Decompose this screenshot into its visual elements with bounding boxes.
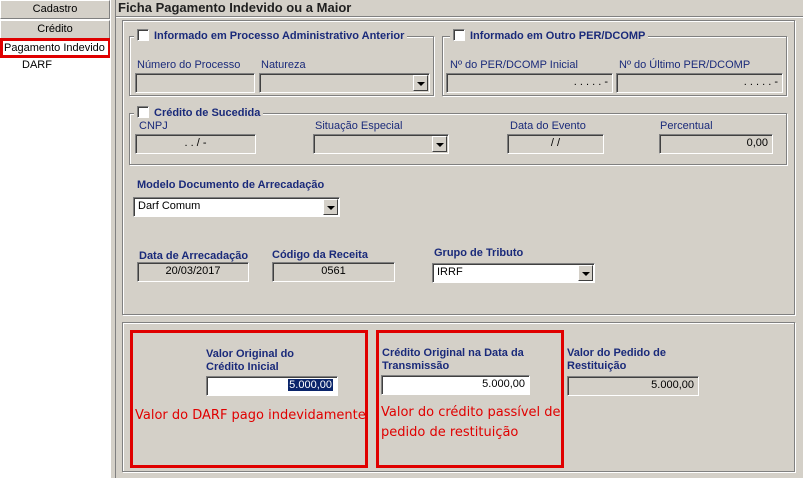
numero-processo-field[interactable]	[135, 73, 255, 93]
perdcomp-ultimo-field[interactable]: . . . . . -	[616, 73, 783, 93]
natureza-select[interactable]	[259, 73, 430, 93]
outro-perdcomp-legend-text: Informado em Outro PER/DCOMP	[470, 30, 646, 42]
modelo-dropdown-arrow-icon[interactable]	[323, 199, 338, 215]
highlight-box-nav	[0, 38, 111, 58]
tree-item-darf[interactable]: DARF	[22, 59, 52, 71]
data-evento-field[interactable]: / /	[507, 134, 604, 154]
percentual-label: Percentual	[660, 120, 713, 132]
perdcomp-inicial-field[interactable]: . . . . . -	[446, 73, 613, 93]
numero-processo-label: Número do Processo	[137, 59, 241, 71]
cnpj-field[interactable]: . . / -	[135, 134, 256, 154]
grupo-tributo-select[interactable]: IRRF	[432, 263, 595, 283]
valor-pedido-label-2: Restituição	[567, 360, 627, 372]
natureza-dropdown-arrow-icon[interactable]	[413, 75, 428, 91]
annotation-credito-text-1: Valor do crédito passível de	[381, 405, 561, 420]
grupo-dropdown-arrow-icon[interactable]	[578, 265, 593, 281]
cnpj-label: CNPJ	[139, 120, 168, 132]
sucedida-legend: Crédito de Sucedida	[134, 106, 264, 119]
data-arrecadacao-field[interactable]: 20/03/2017	[137, 262, 249, 282]
grupo-tributo-value: IRRF	[437, 266, 463, 278]
modelo-documento-label: Modelo Documento de Arrecadação	[137, 179, 325, 191]
grupo-tributo-label: Grupo de Tributo	[434, 247, 524, 259]
situacao-especial-label: Situação Especial	[315, 120, 403, 132]
perdcomp-inicial-label: Nº do PER/DCOMP Inicial	[450, 59, 578, 71]
processo-adm-legend-text: Informado em Processo Administrativo Ant…	[154, 30, 405, 42]
natureza-label: Natureza	[261, 59, 306, 71]
title-divider	[116, 16, 803, 18]
outro-perdcomp-checkbox[interactable]	[453, 29, 465, 41]
processo-adm-legend: Informado em Processo Administrativo Ant…	[134, 29, 408, 42]
nav-cadastro-button[interactable]: Cadastro	[0, 0, 110, 19]
modelo-documento-select[interactable]: Darf Comum	[133, 197, 340, 217]
outro-perdcomp-legend: Informado em Outro PER/DCOMP	[450, 29, 649, 42]
annotation-credito-text-2: pedido de restituição	[381, 425, 519, 440]
annotation-darf-text: Valor do DARF pago indevidamente	[135, 408, 366, 423]
nav-credito-button[interactable]: Crédito	[0, 20, 110, 39]
percentual-field[interactable]: 0,00	[659, 134, 773, 154]
codigo-receita-field[interactable]: 0561	[272, 262, 395, 282]
valor-pedido-field[interactable]: 5.000,00	[567, 376, 699, 396]
processo-adm-checkbox[interactable]	[137, 29, 149, 41]
valor-pedido-label-1: Valor do Pedido de	[567, 347, 667, 359]
perdcomp-ultimo-label: Nº do Último PER/DCOMP	[619, 59, 751, 71]
situacao-especial-select[interactable]	[313, 134, 449, 154]
left-navigation: Cadastro Crédito Pagamento Indevido o DA…	[0, 0, 114, 478]
annotation-box-darf	[130, 330, 368, 468]
annotation-box-credito	[376, 330, 564, 468]
situacao-dropdown-arrow-icon[interactable]	[432, 136, 447, 152]
page-title: Ficha Pagamento Indevido ou a Maior	[118, 0, 352, 15]
modelo-documento-value: Darf Comum	[138, 200, 201, 212]
codigo-receita-label: Código da Receita	[272, 249, 368, 261]
sucedida-checkbox[interactable]	[137, 106, 149, 118]
sucedida-legend-text: Crédito de Sucedida	[154, 107, 261, 119]
data-evento-label: Data do Evento	[510, 120, 586, 132]
